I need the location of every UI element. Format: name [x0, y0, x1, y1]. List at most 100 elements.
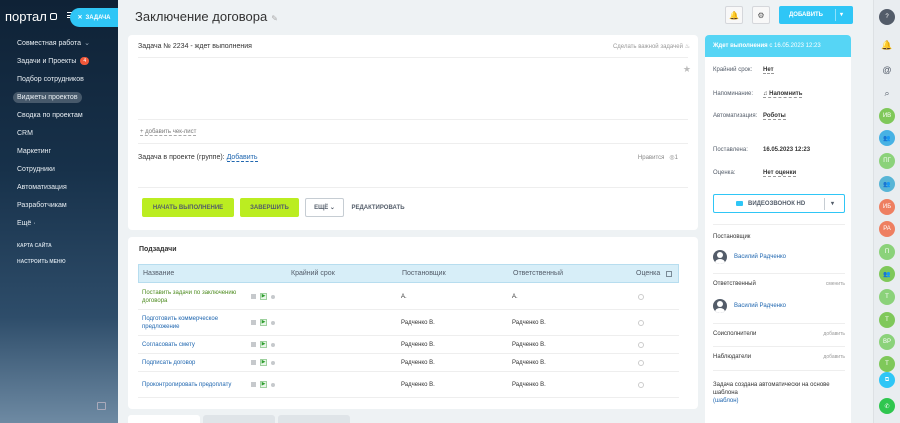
bell-button[interactable]: 🔔 — [725, 6, 743, 24]
column-settings-icon[interactable] — [666, 270, 672, 277]
chevron-down-icon[interactable]: ▾ — [831, 200, 834, 207]
copy-icon[interactable]: ⧉ — [879, 372, 895, 388]
sidebar-item[interactable]: CRM — [0, 124, 118, 142]
play-icon[interactable]: ▶ — [260, 381, 267, 388]
reminder-row: Напоминание: ♫ Напомнить — [713, 90, 845, 98]
menu-icon[interactable] — [251, 382, 256, 387]
avatar-ra[interactable]: РА — [879, 221, 895, 237]
search-icon[interactable]: ⌕ — [879, 85, 895, 101]
table-row[interactable]: Поставить задачи по заключению договора ▶… — [138, 284, 679, 310]
pencil-icon[interactable]: ✎ — [271, 14, 278, 23]
tab[interactable] — [203, 415, 275, 423]
star-icon[interactable]: ★ — [683, 64, 691, 75]
coexecutors-title: Соисполнители — [713, 331, 757, 337]
reminder-value[interactable]: ♫ Напомнить — [763, 91, 803, 98]
play-icon[interactable]: ▶ — [260, 293, 267, 300]
more-button[interactable]: ЕЩЁ ⌄ — [305, 198, 344, 217]
tab[interactable] — [278, 415, 350, 423]
help-icon[interactable]: ? — [879, 9, 895, 25]
add-coexecutor-link[interactable]: добавить — [823, 331, 845, 337]
row-actions: ▶ — [251, 293, 275, 300]
col-name[interactable]: Название — [143, 270, 174, 277]
add-checklist-link[interactable]: + добавить чек-лист — [140, 129, 197, 136]
chat-icon[interactable]: @ — [879, 62, 895, 78]
sidebar-item[interactable]: Подбор сотрудников — [0, 70, 118, 88]
portal-logo[interactable]: портал — [5, 9, 57, 24]
finish-button[interactable]: ЗАВЕРШИТЬ — [240, 198, 299, 217]
subtask-name-link[interactable]: Проконтролировать предоплату — [142, 381, 247, 389]
logo-square-icon — [49, 13, 57, 20]
play-icon[interactable]: ▶ — [260, 359, 267, 366]
col-creator[interactable]: Постановщик — [402, 270, 446, 277]
sidebar-item[interactable]: Виджеты проектов — [0, 88, 118, 106]
group-icon[interactable]: 👥 — [879, 130, 895, 146]
sidebar-item[interactable]: Сотрудники — [0, 160, 118, 178]
creator-person[interactable]: Василий Радченко — [713, 250, 786, 264]
col-deadline[interactable]: Крайний срок — [291, 270, 335, 277]
menu-icon[interactable] — [251, 294, 256, 299]
sidebar-item[interactable]: Совместная работа ⌄ — [0, 34, 118, 52]
subtask-name-link[interactable]: Согласовать смету — [142, 341, 247, 349]
printer-icon[interactable] — [97, 402, 106, 410]
automation-value[interactable]: Роботы — [763, 113, 786, 120]
avatar-vr[interactable]: ВР — [879, 334, 895, 350]
bell-icon[interactable]: 🔔 — [879, 37, 895, 53]
play-icon[interactable]: ▶ — [260, 341, 267, 348]
deadline-value[interactable]: Нет — [763, 67, 774, 74]
avatar-p[interactable]: П — [879, 244, 895, 260]
video-call-button[interactable]: ВИДЕОЗВОНОК HD ▾ — [713, 194, 845, 213]
project-add-link[interactable]: Добавить — [226, 154, 258, 162]
sidebar-item[interactable]: Сводка по проектам — [0, 106, 118, 124]
avatar-t3[interactable]: Т — [879, 356, 895, 372]
configure-menu-link[interactable]: НАСТРОИТЬ МЕНЮ — [0, 254, 118, 270]
avatar-pg[interactable]: ПГ — [879, 153, 895, 169]
sidebar-item[interactable]: Разработчикам — [0, 196, 118, 214]
responsible-person[interactable]: Василий Радченко — [713, 299, 786, 313]
settings-button[interactable]: ⚙ — [752, 6, 770, 24]
phone-icon[interactable]: ✆ — [879, 398, 895, 414]
sitemap-link[interactable]: КАРТА САЙТА — [0, 238, 118, 254]
sidebar-item-label: Ещё · — [17, 219, 36, 227]
edit-button[interactable]: РЕДАКТИРОВАТЬ — [350, 198, 406, 217]
likes[interactable]: Нравится ◎1 — [638, 154, 678, 161]
group-icon[interactable]: 👥 — [879, 176, 895, 192]
rating-circle-icon[interactable] — [638, 359, 644, 366]
subtask-name-link[interactable]: Поставить задачи по заключению договора — [142, 289, 247, 305]
make-important-link[interactable]: Сделать важной задачей ♨ — [613, 43, 690, 50]
rating-value[interactable]: Нет оценки — [763, 170, 797, 177]
add-observer-link[interactable]: добавить — [823, 354, 845, 360]
avatar-iv[interactable]: ИВ — [879, 108, 895, 124]
new-task-button[interactable]: ✕ ЗАДАЧА — [70, 8, 118, 27]
add-button[interactable]: ДОБАВИТЬ ▾ — [779, 6, 853, 24]
table-row[interactable]: Проконтролировать предоплату ▶ Радченко В.… — [138, 372, 679, 398]
rating-circle-icon[interactable] — [638, 319, 644, 326]
start-button[interactable]: НАЧАТЬ ВЫПОЛНЕНИЕ — [142, 198, 234, 217]
col-responsible[interactable]: Ответственный — [513, 270, 563, 277]
task-heading: Задача № 2234 - ждет выполнения — [138, 43, 252, 50]
sidebar-item[interactable]: Ещё · — [0, 214, 118, 232]
sidebar-item[interactable]: Задачи и Проекты 4 — [0, 52, 118, 70]
sidebar-item[interactable]: Маркетинг — [0, 142, 118, 160]
template-link[interactable]: (шаблон) — [713, 398, 739, 404]
tab[interactable] — [128, 415, 200, 423]
sidebar-item[interactable]: Автоматизация — [0, 178, 118, 196]
change-responsible-link[interactable]: сменить — [826, 281, 845, 287]
avatar-ib[interactable]: ИБ — [879, 199, 895, 215]
table-row[interactable]: Согласовать смету ▶ Радченко В. Радченко В. — [138, 336, 679, 354]
rating-circle-icon[interactable] — [638, 381, 644, 388]
rating-circle-icon[interactable] — [638, 293, 644, 300]
menu-icon[interactable] — [251, 320, 256, 325]
rating-circle-icon[interactable] — [638, 341, 644, 348]
avatar-t2[interactable]: Т — [879, 312, 895, 328]
chevron-down-icon[interactable]: ▾ — [840, 11, 843, 18]
group-icon[interactable]: 👥 — [879, 266, 895, 282]
table-row[interactable]: Подготовить коммерческое предложение ▶ Рад… — [138, 310, 679, 336]
subtask-name-link[interactable]: Подписать договор — [142, 359, 247, 367]
menu-icon[interactable] — [251, 360, 256, 365]
table-row[interactable]: Подписать договор ▶ Радченко В. Радченко В. — [138, 354, 679, 372]
play-icon[interactable]: ▶ — [260, 319, 267, 326]
menu-icon[interactable] — [251, 342, 256, 347]
subtask-name-link[interactable]: Подготовить коммерческое предложение — [142, 315, 247, 331]
col-rating[interactable]: Оценка — [636, 270, 660, 277]
avatar-t[interactable]: Т — [879, 289, 895, 305]
